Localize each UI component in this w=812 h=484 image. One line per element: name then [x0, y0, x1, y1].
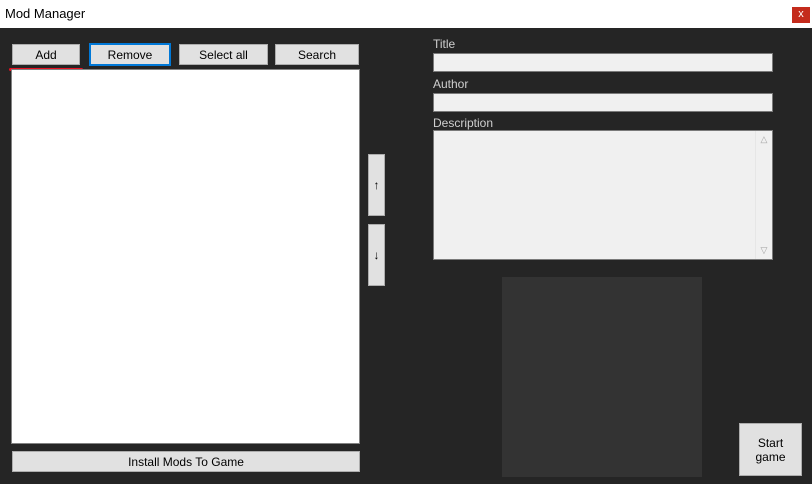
- author-label: Author: [433, 77, 469, 91]
- select-all-button[interactable]: Select all: [179, 44, 268, 65]
- description-label: Description: [433, 116, 494, 130]
- scroll-up-icon[interactable]: △: [756, 134, 772, 145]
- title-field[interactable]: [433, 53, 773, 72]
- close-button[interactable]: x: [792, 7, 810, 23]
- start-game-button[interactable]: Start game: [739, 423, 802, 476]
- description-scrollbar[interactable]: △ ▽: [755, 131, 772, 259]
- move-down-button[interactable]: ↓: [368, 224, 385, 286]
- start-game-label-line1: Start: [757, 435, 784, 450]
- search-button[interactable]: Search: [275, 44, 359, 65]
- mod-preview-image: [502, 277, 702, 477]
- start-game-label-line2: game: [755, 449, 786, 464]
- remove-button[interactable]: Remove: [89, 43, 171, 66]
- title-label: Title: [433, 37, 456, 51]
- window-title: Mod Manager: [5, 6, 86, 21]
- add-button[interactable]: Add: [12, 44, 80, 65]
- scroll-down-icon[interactable]: ▽: [756, 245, 772, 256]
- title-bar: Mod Manager x: [0, 0, 812, 28]
- description-field[interactable]: △ ▽: [433, 130, 773, 260]
- mod-list[interactable]: [11, 69, 360, 444]
- move-up-button[interactable]: ↑: [368, 154, 385, 216]
- install-mods-button[interactable]: Install Mods To Game: [12, 451, 360, 472]
- author-field[interactable]: [433, 93, 773, 112]
